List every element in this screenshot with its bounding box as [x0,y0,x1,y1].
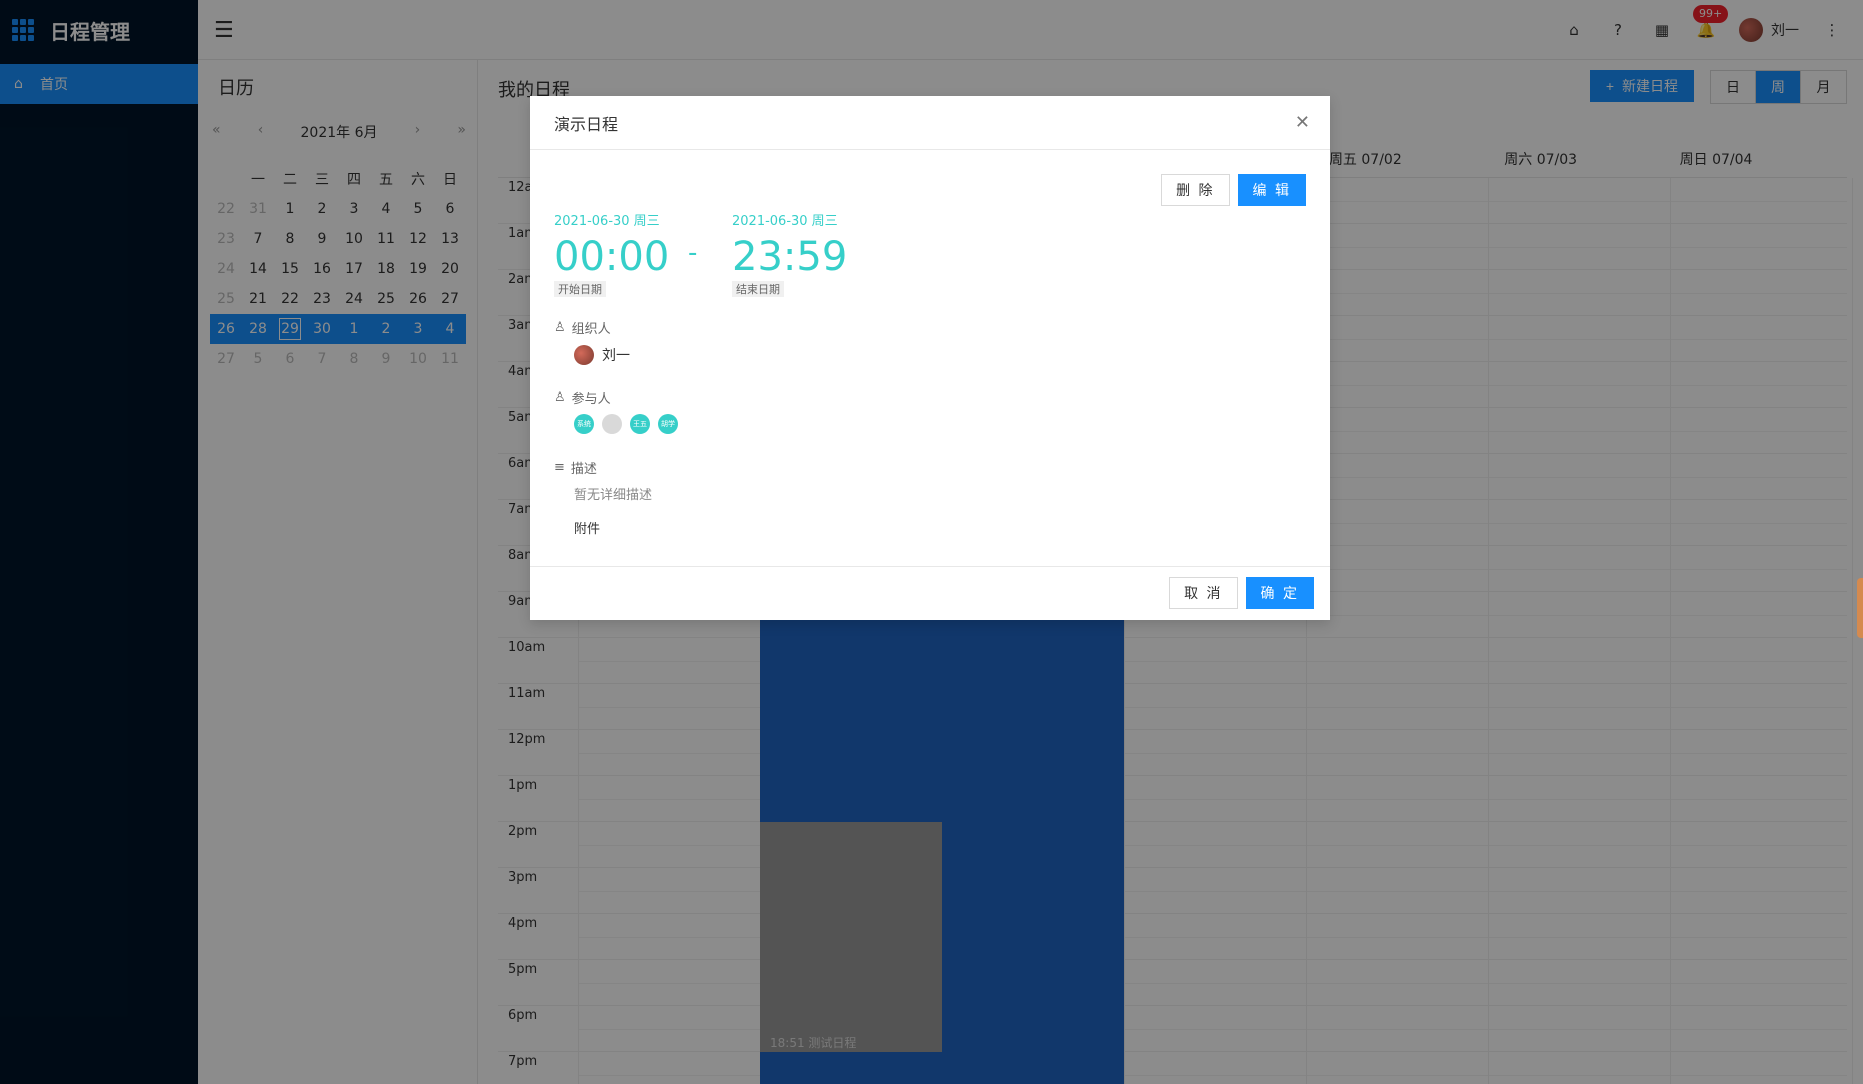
participant-list: 系统 王五 胡学 [574,414,678,434]
participants-section: ♙ 参与人 [554,388,611,407]
description-text: 暂无详细描述 [574,488,653,503]
cancel-button[interactable]: 取 消 [1169,577,1238,609]
participants-label: 参与人 [571,392,611,407]
description-label: 描述 [570,462,597,477]
end-date: 2021-06-30 周三 [732,214,838,229]
start-date: 2021-06-30 周三 [554,214,660,229]
user-icon: ♙ [554,320,566,335]
organizer-name: 刘一 [602,348,630,364]
organizer-section: ♙ 组织人 [554,318,611,337]
side-tab[interactable] [1857,578,1863,638]
participant-avatar[interactable]: 系统 [574,414,594,434]
align-left-icon: ≡ [554,460,565,475]
time-separator: - [688,238,698,268]
organizer: 刘一 [574,345,630,365]
close-icon[interactable]: ✕ [1295,112,1310,133]
modal-footer: 取 消 确 定 [530,566,1330,620]
attachment-label: 附件 [574,522,601,537]
confirm-button[interactable]: 确 定 [1245,577,1314,609]
end-time: 23:59 [732,234,848,280]
start-caption: 开始日期 [554,281,606,297]
start-time: 00:00 [554,234,670,280]
participant-avatar[interactable] [602,414,622,434]
participant-avatar[interactable]: 胡学 [658,414,678,434]
participant-avatar[interactable]: 王五 [630,414,650,434]
schedule-modal: 演示日程 ✕ 删 除 编 辑 2021-06-30 周三 00:00 开始日期 … [530,96,1330,620]
description-section: ≡ 描述 [554,458,597,477]
organizer-label: 组织人 [571,322,611,337]
edit-button[interactable]: 编 辑 [1237,174,1306,206]
avatar [574,345,594,365]
modal-title: 演示日程 [530,96,1330,150]
team-icon: ♙ [554,390,566,405]
start-time-block: 2021-06-30 周三 00:00 开始日期 [554,210,669,297]
end-time-block: 2021-06-30 周三 23:59 结束日期 [732,210,847,297]
delete-button[interactable]: 删 除 [1161,174,1230,206]
end-caption: 结束日期 [732,281,784,297]
